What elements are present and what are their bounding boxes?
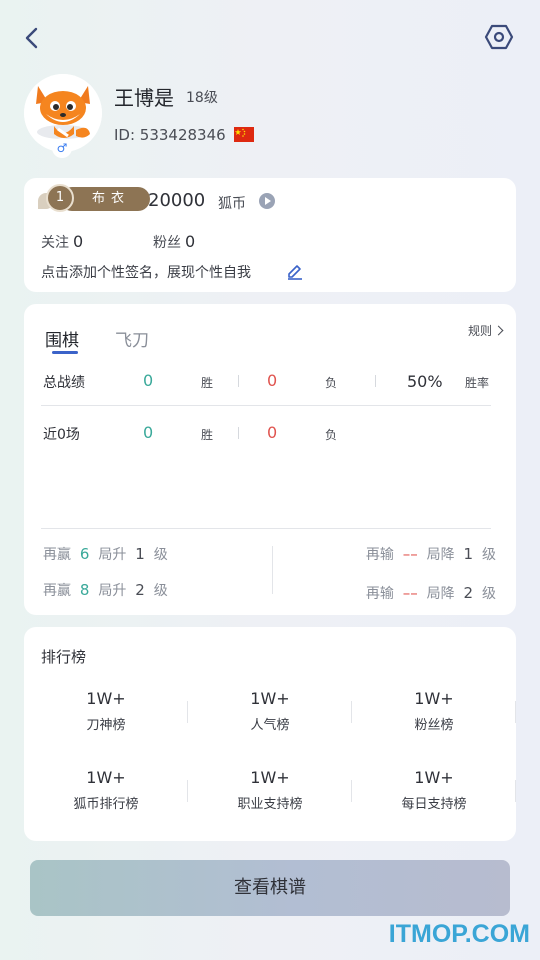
recent-wins: 0 — [143, 423, 154, 442]
record-card: 围棋 飞刀 规则 总战绩 0 胜 0 负 50% 胜率 近0场 0 胜 0 负 … — [24, 304, 516, 615]
recent-loss-unit: 负 — [325, 428, 338, 442]
rule-suffix: 级 — [482, 586, 496, 602]
follow-label: 关注 — [41, 235, 69, 251]
divider — [238, 375, 239, 387]
rule-count: –– — [402, 584, 418, 602]
leaderboard-item-daily-support[interactable]: 1W+ 每日支持榜 — [352, 768, 516, 812]
user-level: 18级 — [186, 90, 218, 106]
follow-number: 0 — [73, 232, 84, 251]
coin-detail-arrow-icon[interactable] — [259, 193, 275, 209]
total-record-label: 总战绩 — [43, 375, 85, 391]
rule-action: 局升 — [98, 547, 127, 563]
recent-record-label: 近0场 — [43, 427, 80, 443]
rule-level-num: 2 — [135, 581, 145, 599]
rule-suffix: 级 — [153, 547, 168, 563]
divider — [375, 375, 376, 387]
tab-weiqi[interactable]: 围棋 — [45, 326, 79, 351]
recent-losses: 0 — [267, 423, 278, 442]
leaderboard-label: 每日支持榜 — [401, 797, 467, 812]
watermark-logo: ITMOP.COM — [388, 920, 530, 948]
promote-rule-2: 再赢 8 局升 2 级 — [43, 580, 168, 600]
rule-count: –– — [402, 545, 418, 563]
rank-badge: 布衣 1 — [38, 184, 150, 213]
win-rate: 50% — [407, 372, 443, 391]
rule-suffix: 级 — [153, 583, 168, 599]
leaderboard-value: 1W+ — [250, 768, 290, 787]
fans-number: 0 — [185, 232, 196, 251]
win-rate-unit: 胜率 — [465, 376, 490, 390]
recent-win-unit: 胜 — [201, 428, 214, 442]
gender-male-icon: ♂ — [52, 138, 72, 158]
total-win-unit: 胜 — [201, 376, 214, 390]
china-flag-icon — [234, 127, 254, 142]
rules-label: 规则 — [467, 324, 492, 338]
rules-divider — [272, 546, 273, 594]
leaderboard-label: 粉丝榜 — [414, 718, 454, 733]
coin-unit: 狐币 — [218, 196, 246, 212]
rule-action: 局降 — [426, 586, 455, 602]
rule-level-num: 1 — [135, 545, 145, 563]
top-bar — [0, 0, 540, 76]
active-tab-indicator — [52, 351, 78, 354]
leaderboard-item-coins[interactable]: 1W+ 狐币排行榜 — [24, 768, 188, 812]
user-id: ID: 533428346 — [114, 126, 226, 144]
rule-prefix: 再赢 — [43, 583, 71, 599]
hexagon-settings-icon — [484, 24, 514, 50]
leaderboard-title: 排行榜 — [41, 648, 87, 666]
leaderboard-item-daoshen[interactable]: 1W+ 刀神榜 — [24, 689, 188, 733]
rule-prefix: 再输 — [365, 586, 394, 602]
divider-line — [41, 528, 491, 529]
coin-amount: 20000 — [148, 190, 206, 211]
rule-action: 局升 — [98, 583, 127, 599]
leaderboard-label: 狐币排行榜 — [73, 797, 139, 812]
leaderboard-card: 排行榜 1W+ 刀神榜 1W+ 人气榜 1W+ 粉丝榜 1W+ 狐币排行榜 1W… — [24, 627, 516, 841]
promote-rule-1: 再赢 6 局升 1 级 — [43, 544, 168, 564]
leaderboard-value: 1W+ — [86, 689, 126, 708]
rank-number: 1 — [46, 184, 74, 212]
rule-count: 6 — [79, 545, 90, 563]
rules-link[interactable]: 规则 — [467, 322, 504, 339]
edit-pencil-icon[interactable] — [286, 262, 304, 280]
rule-count: 8 — [79, 581, 90, 599]
divider — [515, 780, 516, 802]
fans-label: 粉丝 — [153, 235, 181, 251]
view-game-records-button[interactable]: 查看棋谱 — [30, 860, 510, 916]
leaderboard-value: 1W+ — [86, 768, 126, 787]
divider-line — [41, 405, 491, 406]
leaderboard-label: 刀神榜 — [86, 718, 126, 733]
demote-rule-1: 再输 –– 局降 1 级 — [366, 544, 496, 564]
username: 王博是 — [114, 86, 174, 110]
demote-rule-2: 再输 –– 局降 2 级 — [366, 583, 496, 603]
signature-text[interactable]: 点击添加个性签名，展现个性自我 — [41, 262, 251, 282]
chevron-left-icon — [25, 27, 38, 49]
rule-prefix: 再赢 — [43, 547, 71, 563]
rule-prefix: 再输 — [365, 547, 394, 563]
leaderboard-item-fensi[interactable]: 1W+ 粉丝榜 — [352, 689, 516, 733]
leaderboard-value: 1W+ — [414, 689, 454, 708]
total-loss-unit: 负 — [325, 376, 338, 390]
leaderboard-value: 1W+ — [250, 689, 290, 708]
settings-button[interactable] — [484, 22, 514, 52]
rule-level-num: 2 — [463, 584, 474, 602]
leaderboard-label: 职业支持榜 — [237, 797, 303, 812]
leaderboard-item-renqi[interactable]: 1W+ 人气榜 — [188, 689, 352, 733]
leaderboard-label: 人气榜 — [250, 718, 290, 733]
total-wins: 0 — [143, 371, 154, 390]
rule-suffix: 级 — [482, 547, 496, 563]
total-losses: 0 — [267, 371, 278, 390]
leaderboard-item-pro-support[interactable]: 1W+ 职业支持榜 — [188, 768, 352, 812]
divider — [515, 701, 516, 723]
summary-card: 布衣 1 20000 狐币 关注 0 粉丝 0 点击添加个性签名，展现个性自我 — [24, 178, 516, 292]
profile-header: ♂ 王博是 18级 ID: 533428346 — [24, 74, 524, 164]
tab-feidao[interactable]: 飞刀 — [115, 326, 149, 351]
rule-action: 局降 — [426, 547, 455, 563]
fans-count[interactable]: 粉丝 0 — [153, 232, 195, 252]
chevron-right-icon — [493, 325, 504, 336]
rule-level-num: 1 — [463, 545, 474, 563]
leaderboard-value: 1W+ — [414, 768, 454, 787]
divider — [238, 427, 239, 439]
back-button[interactable] — [18, 22, 48, 54]
follow-count[interactable]: 关注 0 — [41, 232, 83, 252]
